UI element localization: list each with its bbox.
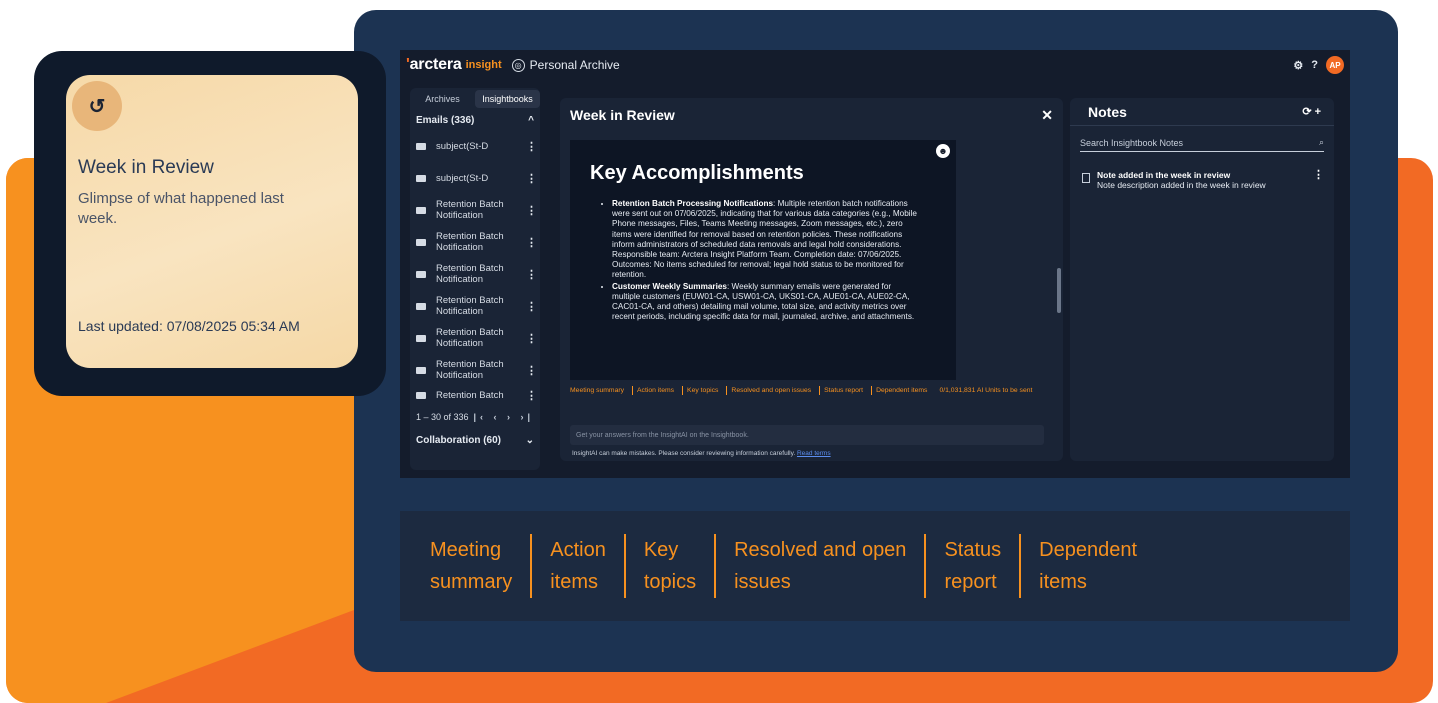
notes-controls[interactable]: ⟳+: [1302, 105, 1324, 118]
read-terms-link[interactable]: Read terms: [797, 450, 831, 457]
document-icon: [1082, 173, 1090, 183]
mail-icon: [416, 238, 426, 246]
document-view: ☻ Key Accomplishments Retention Batch Pr…: [570, 140, 956, 380]
list-item[interactable]: subject(St-D ⋮: [416, 162, 537, 194]
chip-action-items[interactable]: Action items: [632, 386, 674, 395]
bottom-action-items[interactable]: Action items: [530, 534, 624, 598]
list-item[interactable]: Retention Batch Notification ⋮: [416, 226, 537, 258]
pager-controls[interactable]: |‹ ‹ › ›|: [473, 412, 534, 422]
week-in-review-panel: Week in Review ✕ ☻ Key Accomplishments R…: [560, 98, 1063, 461]
chip-resolved-open-issues[interactable]: Resolved and open issues: [726, 386, 811, 395]
kebab-menu-icon[interactable]: ⋮: [526, 204, 537, 217]
chip-meeting-summary[interactable]: Meeting summary: [570, 386, 624, 395]
card-last-updated: Last updated: 07/08/2025 05:34 AM: [78, 318, 300, 334]
bottom-resolved-issues[interactable]: Resolved and open issues: [714, 534, 924, 598]
list-item: Customer Weekly Summaries: Weekly summar…: [612, 282, 917, 323]
logo-sub: insight: [465, 59, 502, 71]
mail-icon: [416, 206, 426, 214]
kebab-menu-icon[interactable]: ⋮: [1313, 170, 1324, 181]
scrollbar[interactable]: [1057, 268, 1061, 313]
prompt-chips: Meeting summary Action items Key topics …: [570, 386, 1050, 395]
list-item[interactable]: Retention Batch Notification ⋮: [416, 322, 537, 354]
avatar[interactable]: AP: [1326, 56, 1344, 74]
logo[interactable]: 'arctera: [406, 56, 462, 74]
bottom-meeting-summary[interactable]: Meeting summary: [430, 534, 530, 598]
pager-label: 1 – 30 of 336: [416, 412, 469, 422]
week-in-review-card[interactable]: ↺ Week in Review Glimpse of what happene…: [66, 75, 358, 368]
tab-insightbooks[interactable]: Insightbooks: [475, 90, 540, 108]
kebab-menu-icon[interactable]: ⋮: [526, 389, 537, 402]
collaboration-group[interactable]: Collaboration (60) ⌄: [410, 430, 540, 450]
mail-icon: [416, 174, 426, 182]
history-icon: ↺: [72, 81, 122, 131]
chevron-down-icon[interactable]: ⌄: [526, 435, 534, 446]
panel-title: Week in Review: [570, 107, 675, 123]
list-item[interactable]: subject(St-D ⋮: [416, 130, 537, 162]
archive-title: Personal Archive: [529, 58, 620, 72]
email-list: subject(St-D ⋮ subject(St-D ⋮ Retention Ba…: [410, 130, 540, 404]
list-item: Retention Batch Processing Notifications…: [612, 199, 917, 281]
left-panel: Archives Insightbooks Emails (336) ^ subj…: [410, 88, 540, 470]
kebab-menu-icon[interactable]: ⋮: [526, 300, 537, 313]
kebab-menu-icon[interactable]: ⋮: [526, 140, 537, 153]
left-tabs: Archives Insightbooks: [410, 88, 540, 110]
notes-panel: Notes ⟳+ Search Insightbook Notes ⌕ Note…: [1070, 98, 1334, 461]
notes-header: Notes ⟳+: [1070, 98, 1334, 126]
stage: 'arctera insight ◎ Personal Archive ⚙ ? …: [0, 0, 1438, 703]
mail-icon: [416, 270, 426, 278]
tab-archives[interactable]: Archives: [410, 90, 475, 108]
mail-icon: [416, 142, 426, 150]
bottom-prompt-bar: Meeting summary Action items Key topics Res…: [400, 511, 1350, 621]
kebab-menu-icon[interactable]: ⋮: [526, 364, 537, 377]
list-item[interactable]: Retention Batch Notification ⋮: [416, 258, 537, 290]
archive-icon: ◎: [511, 58, 525, 72]
bottom-status-report[interactable]: Status report: [924, 534, 1019, 598]
emails-group[interactable]: Emails (336) ^: [410, 110, 540, 130]
list-item[interactable]: Retention Batch ⋮: [416, 386, 537, 404]
pager: 1 – 30 of 336 |‹ ‹ › ›|: [410, 404, 540, 430]
note-title: Note added in the week in review: [1097, 170, 1231, 180]
bot-icon[interactable]: ☻: [936, 144, 950, 158]
accomplishment-list: Retention Batch Processing Notifications…: [612, 199, 917, 322]
top-bar: 'arctera insight ◎ Personal Archive ⚙ ? …: [400, 50, 1350, 80]
note-item[interactable]: Note added in the week in review Note des…: [1082, 170, 1324, 190]
mail-icon: [416, 334, 426, 342]
kebab-menu-icon[interactable]: ⋮: [526, 172, 537, 185]
ai-units-label: 0/1,031,831 AI Units to be sent: [939, 387, 1033, 394]
card-title: Week in Review: [78, 157, 214, 178]
close-icon[interactable]: ✕: [1041, 107, 1053, 124]
chat-input[interactable]: Get your answers from the InsightAI on t…: [570, 425, 1044, 445]
bottom-dependent-items[interactable]: Dependent items: [1019, 534, 1155, 598]
notes-title: Notes: [1088, 103, 1127, 120]
mail-icon: [416, 366, 426, 374]
app-window: 'arctera insight ◎ Personal Archive ⚙ ? …: [400, 50, 1350, 478]
note-description: Note description added in the week in re…: [1097, 180, 1266, 190]
list-item[interactable]: Retention Batch Notification ⋮: [416, 354, 537, 386]
list-item[interactable]: Retention Batch Notification ⋮: [416, 194, 537, 226]
disclaimer: InsightAI can make mistakes. Please cons…: [572, 450, 831, 457]
help-icon[interactable]: ?: [1311, 59, 1318, 71]
settings-icon[interactable]: ⚙: [1293, 59, 1303, 72]
kebab-menu-icon[interactable]: ⋮: [526, 268, 537, 281]
card-subtitle: Glimpse of what happened last week.: [78, 190, 284, 227]
chevron-up-icon[interactable]: ^: [528, 115, 534, 126]
notes-search-input[interactable]: Search Insightbook Notes: [1080, 138, 1183, 148]
mail-icon: [416, 391, 426, 399]
list-item[interactable]: Retention Batch Notification ⋮: [416, 290, 537, 322]
notes-search[interactable]: Search Insightbook Notes ⌕: [1080, 134, 1324, 152]
kebab-menu-icon[interactable]: ⋮: [526, 332, 537, 345]
panel-header: Week in Review ✕: [560, 98, 1063, 132]
bottom-key-topics[interactable]: Key topics: [623, 534, 714, 598]
mail-icon: [416, 302, 426, 310]
chip-status-report[interactable]: Status report: [819, 386, 863, 395]
doc-heading: Key Accomplishments: [590, 162, 804, 184]
chip-key-topics[interactable]: Key topics: [682, 386, 718, 395]
search-icon[interactable]: ⌕: [1319, 137, 1324, 148]
top-right-controls: ⚙ ? AP: [1293, 56, 1344, 74]
kebab-menu-icon[interactable]: ⋮: [526, 236, 537, 249]
chip-dependent-items[interactable]: Dependent items: [871, 386, 927, 395]
